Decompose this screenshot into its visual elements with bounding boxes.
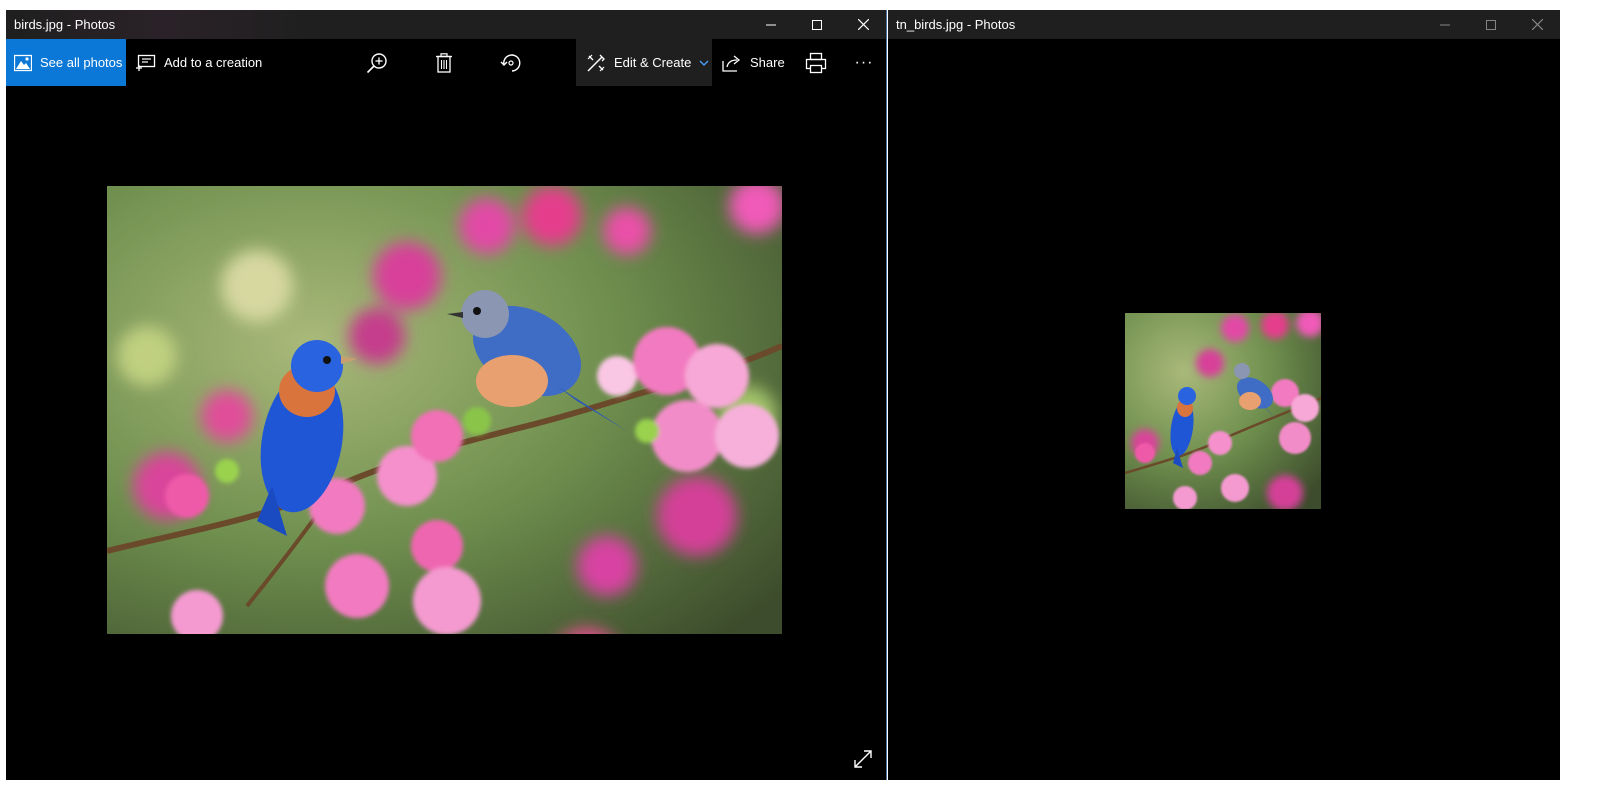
- close-icon: [1531, 19, 1543, 30]
- zoom-in-icon: [366, 52, 387, 73]
- trash-icon: [436, 52, 452, 73]
- maximize-icon: [1486, 19, 1496, 30]
- expand-icon: [854, 750, 872, 768]
- minimize-icon: [1440, 24, 1450, 25]
- more-options-button[interactable]: ···: [852, 39, 876, 86]
- share-label: Share: [750, 55, 785, 70]
- birds-photo-image: [107, 186, 782, 634]
- photo-tn-birds[interactable]: [1125, 313, 1321, 509]
- maximize-button[interactable]: [794, 10, 840, 39]
- photos-icon: [14, 54, 32, 71]
- tn-birds-photo-image: [1125, 313, 1321, 509]
- close-icon: [857, 19, 869, 30]
- add-creation-icon: [136, 54, 156, 71]
- fullscreen-button[interactable]: [850, 746, 876, 772]
- window-title: birds.jpg - Photos: [14, 17, 116, 32]
- printer-icon: [805, 52, 827, 73]
- edit-create-label: Edit & Create: [614, 55, 692, 70]
- rotate-button[interactable]: [498, 39, 524, 86]
- toolbar: See all photos Add to a creation Edit & …: [6, 39, 886, 86]
- photos-window-birds: birds.jpg - Photos See all photos Add to…: [6, 10, 887, 780]
- rotate-icon: [500, 53, 521, 72]
- edit-create-button[interactable]: Edit & Create: [576, 39, 712, 86]
- share-button[interactable]: Share: [722, 39, 785, 86]
- print-button[interactable]: [804, 39, 828, 86]
- title-bar[interactable]: birds.jpg - Photos: [6, 10, 886, 39]
- maximize-button[interactable]: [1468, 10, 1514, 39]
- close-button[interactable]: [840, 10, 886, 39]
- photo-birds[interactable]: [107, 186, 782, 634]
- window-title: tn_birds.jpg - Photos: [896, 17, 1016, 32]
- minimize-button[interactable]: [1422, 10, 1468, 39]
- title-bar[interactable]: tn_birds.jpg - Photos: [888, 10, 1560, 39]
- add-to-creation-label: Add to a creation: [164, 55, 263, 70]
- see-all-photos-button[interactable]: See all photos: [6, 39, 126, 86]
- close-button[interactable]: [1514, 10, 1560, 39]
- maximize-icon: [812, 19, 822, 30]
- photos-window-tn-birds: tn_birds.jpg - Photos: [888, 10, 1560, 780]
- edit-create-icon: [587, 54, 605, 72]
- delete-button[interactable]: [431, 39, 457, 86]
- chevron-down-icon: [699, 60, 709, 66]
- minimize-button[interactable]: [748, 10, 794, 39]
- see-all-photos-label: See all photos: [40, 55, 123, 70]
- add-to-creation-button[interactable]: Add to a creation: [136, 39, 262, 86]
- zoom-button[interactable]: [364, 39, 390, 86]
- share-icon: [722, 54, 741, 72]
- minimize-icon: [766, 24, 776, 25]
